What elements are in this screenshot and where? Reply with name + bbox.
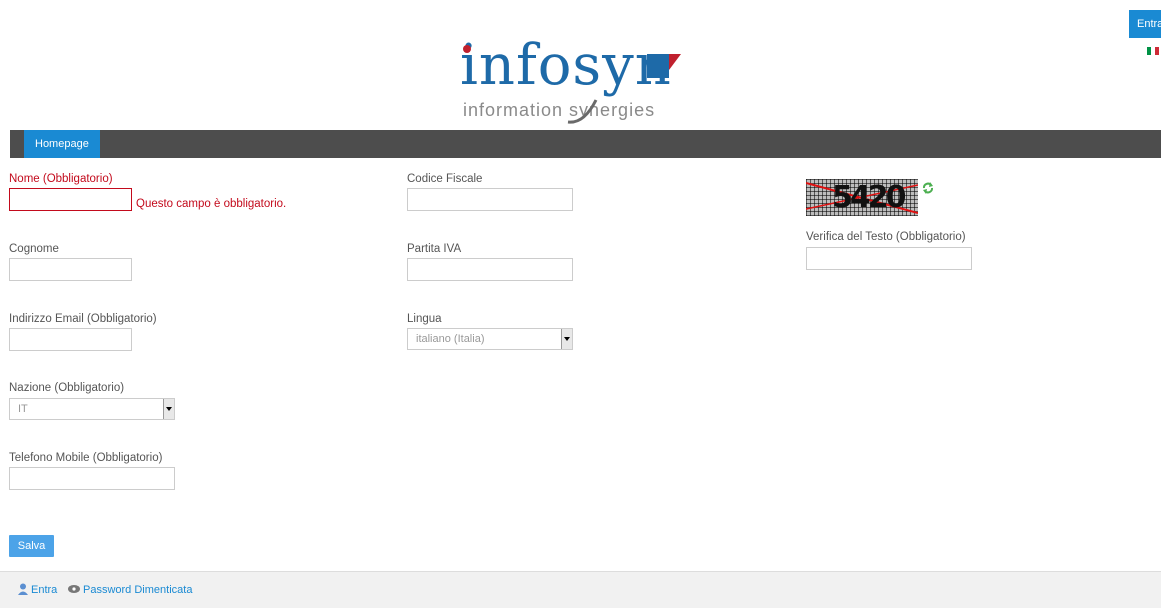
lingua-selected-value: italiano (Italia) [416, 333, 485, 345]
nazione-selected-value: IT [18, 403, 28, 415]
cognome-field[interactable] [9, 258, 132, 281]
logo-dot [463, 45, 471, 53]
nome-label: Nome (Obbligatorio) [9, 173, 113, 185]
login-button[interactable]: Entra [1129, 10, 1161, 38]
verifica-field[interactable] [806, 247, 972, 270]
captcha-image: 5420 [806, 179, 918, 216]
partita-iva-label: Partita IVA [407, 243, 462, 255]
chevron-down-icon[interactable] [561, 329, 572, 349]
partita-iva-field[interactable] [407, 258, 573, 281]
telefono-label: Telefono Mobile (Obbligatorio) [9, 452, 163, 464]
refresh-icon[interactable] [922, 182, 934, 194]
codice-fiscale-field[interactable] [407, 188, 573, 211]
nazione-label: Nazione (Obbligatorio) [9, 382, 125, 394]
tab-homepage[interactable]: Homepage [24, 130, 100, 158]
save-button[interactable]: Salva [9, 535, 54, 557]
navbar [10, 130, 1161, 158]
nazione-select[interactable]: IT [9, 398, 175, 420]
nome-error-message: Questo campo è obbligatorio. [136, 198, 287, 210]
email-label: Indirizzo Email (Obbligatorio) [9, 313, 157, 325]
captcha-text: 5420 [832, 180, 906, 215]
lingua-select[interactable]: italiano (Italia) [407, 328, 573, 350]
chevron-down-icon[interactable] [163, 399, 174, 419]
user-icon [18, 583, 28, 595]
codice-fiscale-label: Codice Fiscale [407, 173, 483, 185]
logo-tagline: information synergies [463, 100, 656, 120]
key-icon [68, 585, 80, 593]
italian-flag-icon[interactable] [1147, 47, 1159, 55]
nome-field[interactable] [9, 188, 132, 211]
forgot-password-link[interactable]: Password Dimenticata [83, 583, 192, 597]
cognome-label: Cognome [9, 243, 59, 255]
logo-mark-icon [647, 54, 681, 78]
footer-login-link[interactable]: Entra [31, 583, 57, 597]
logo-swoosh [567, 99, 598, 124]
lingua-label: Lingua [407, 313, 442, 325]
telefono-field[interactable] [9, 467, 175, 490]
email-field[interactable] [9, 328, 132, 351]
verifica-label: Verifica del Testo (Obbligatorio) [806, 231, 966, 243]
